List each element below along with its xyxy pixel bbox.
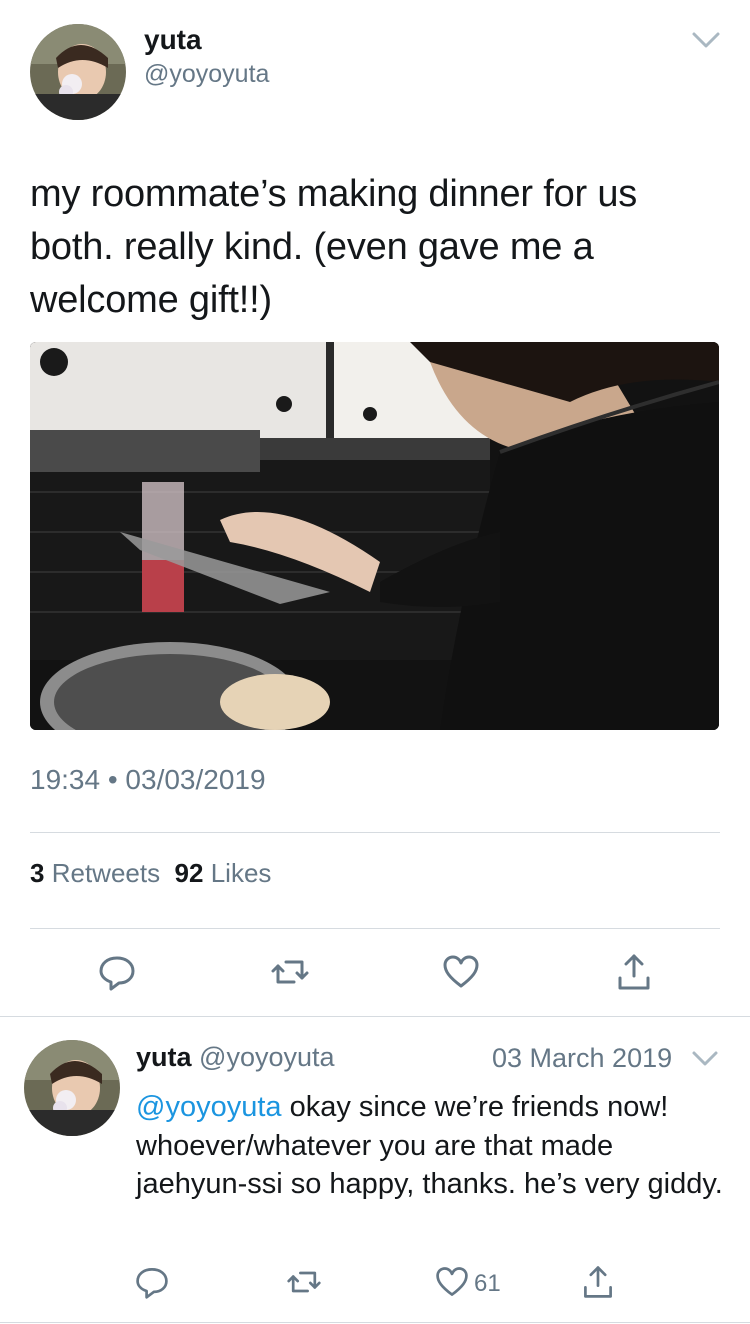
- reply-author-avatar[interactable]: [24, 1040, 120, 1136]
- mention-link[interactable]: @yoyoyuta: [136, 1091, 282, 1123]
- like-icon[interactable]: [434, 1264, 474, 1304]
- retweets-count: 3: [30, 858, 45, 888]
- chevron-down-icon[interactable]: [690, 1048, 720, 1070]
- author-avatar[interactable]: [30, 24, 126, 120]
- share-icon[interactable]: [580, 1264, 620, 1304]
- likes-label: Likes: [210, 858, 272, 888]
- reply-author-name[interactable]: yuta: [136, 1042, 192, 1072]
- tweet-timestamp: 19:34 • 03/03/2019: [30, 764, 266, 795]
- avatar-image: [24, 1040, 120, 1136]
- retweet-icon[interactable]: [270, 952, 310, 992]
- reply-header: yuta @yoyoyuta: [136, 1042, 335, 1073]
- likes-stat[interactable]: 92 Likes: [175, 858, 272, 888]
- likes-count: 92: [174, 858, 204, 888]
- divider: [0, 1322, 750, 1323]
- avatar-image: [30, 24, 126, 120]
- tweet-photo[interactable]: [30, 342, 719, 730]
- retweet-icon[interactable]: [286, 1264, 326, 1304]
- divider: [0, 1016, 750, 1017]
- author-handle[interactable]: @yoyoyuta: [144, 60, 269, 89]
- reply-text: @yoyoyuta okay since we’re friends now! …: [136, 1088, 726, 1204]
- retweets-stat[interactable]: 3 Retweets: [30, 858, 160, 888]
- reply-author-handle[interactable]: @yoyoyuta: [199, 1042, 334, 1072]
- tweet-text: my roommate’s making dinner for us both.…: [30, 173, 638, 321]
- divider: [30, 832, 720, 833]
- retweets-label: Retweets: [51, 858, 161, 888]
- author-name[interactable]: yuta: [144, 24, 202, 56]
- tweet-stats: 3 Retweets 92 Likes: [30, 858, 271, 889]
- divider: [30, 928, 720, 929]
- like-icon[interactable]: [441, 952, 481, 992]
- reply-date: 03 March 2019: [492, 1043, 673, 1073]
- chevron-down-icon[interactable]: [690, 28, 722, 52]
- reply-icon[interactable]: [97, 952, 137, 992]
- reply-icon[interactable]: [134, 1264, 174, 1304]
- share-icon[interactable]: [614, 952, 654, 992]
- reply-like-count: 61: [474, 1270, 501, 1297]
